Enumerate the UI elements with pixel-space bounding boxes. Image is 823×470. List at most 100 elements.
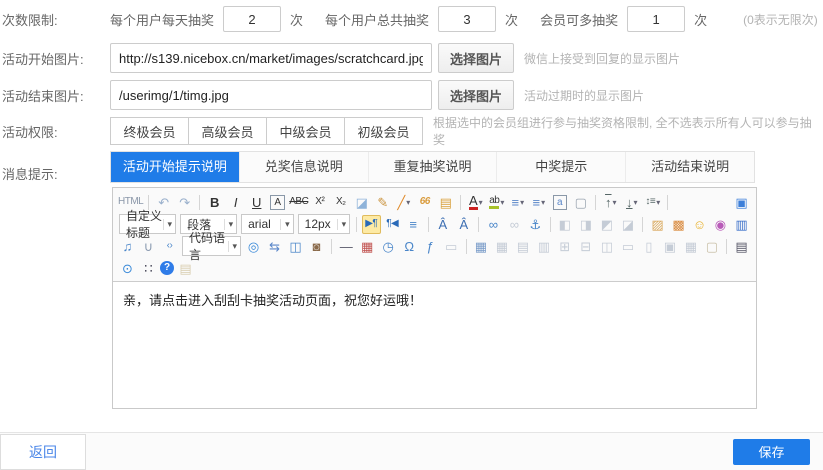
indent-icon[interactable]: ≡ xyxy=(404,215,423,234)
insert-code-icon[interactable]: ‹› xyxy=(160,237,179,256)
redo-icon[interactable]: ↷ xyxy=(175,193,194,212)
paste-icon[interactable]: ▤ xyxy=(436,193,455,212)
format-brush-icon[interactable]: ✎ xyxy=(373,193,392,212)
delete-table-icon[interactable]: ▦ xyxy=(492,237,511,256)
split-cell-icon[interactable]: ◫ xyxy=(597,237,616,256)
direction-rtl-icon[interactable]: ¶◀ xyxy=(383,215,402,234)
merge-down-icon[interactable]: ▯ xyxy=(639,237,658,256)
message-tab-2[interactable]: 兑奖信息说明 xyxy=(240,152,369,182)
table-title-row-icon[interactable]: ▤ xyxy=(513,237,532,256)
subscript-icon[interactable]: X₂ xyxy=(331,193,350,212)
direction-ltr-icon[interactable]: ▶¶ xyxy=(362,215,381,234)
preview-icon[interactable]: ⊙ xyxy=(118,259,137,278)
end-image-label: 活动结束图片: xyxy=(2,86,110,105)
insert-table-icon[interactable]: ▦ xyxy=(471,237,490,256)
message-tab-1[interactable]: 活动开始提示说明 xyxy=(111,152,240,182)
merge-cells-icon[interactable]: ▣ xyxy=(660,237,679,256)
merge-right-icon[interactable]: ▭ xyxy=(618,237,637,256)
emoji-icon[interactable]: ☺ xyxy=(690,215,709,234)
permission-option-3[interactable]: 中级会员 xyxy=(266,117,345,145)
palette-icon[interactable]: ◉ xyxy=(711,215,730,234)
video-icon[interactable]: ▥ xyxy=(732,215,751,234)
table-fullwidth-icon[interactable]: ▦ xyxy=(681,237,700,256)
message-tab-5[interactable]: 活动结束说明 xyxy=(626,152,754,182)
per-day-input[interactable] xyxy=(223,6,281,32)
back-button[interactable]: 返回 xyxy=(0,434,86,470)
pagebreak-icon[interactable]: ⇆ xyxy=(265,237,284,256)
image-right-icon[interactable]: ◩ xyxy=(597,215,616,234)
image-icon[interactable]: ▨ xyxy=(648,215,667,234)
help-icon[interactable]: ? xyxy=(160,261,174,275)
per-day-unit: 次 xyxy=(290,10,303,29)
start-image-pick-button[interactable]: 选择图片 xyxy=(438,43,514,73)
save-button[interactable]: 保存 xyxy=(733,439,810,465)
member-extra-input[interactable] xyxy=(627,6,685,32)
font-size-select[interactable]: 12px▾ xyxy=(298,214,351,234)
editor-content[interactable]: 亲，请点击进入刮刮卡抽奖活动页面，祝您好运哦！ xyxy=(113,282,756,408)
underline-icon[interactable]: U xyxy=(247,193,266,212)
lottery-settings-page: 次数限制: 每个用户每天抽奖 次 每个用户总共抽奖 次 会员可多抽奖 次 (0表… xyxy=(0,0,823,470)
insert-col-icon[interactable]: ⊟ xyxy=(576,237,595,256)
word-spacing-icon[interactable]: Â xyxy=(454,215,473,234)
line-height-icon[interactable]: ↕≡▾ xyxy=(643,193,662,212)
doc-template-icon[interactable]: ▢ xyxy=(702,237,721,256)
total-input[interactable] xyxy=(438,6,496,32)
image-none-icon[interactable]: ◪ xyxy=(618,215,637,234)
snapshot-icon[interactable]: ◙ xyxy=(307,237,326,256)
table-title-col-icon[interactable]: ▥ xyxy=(534,237,553,256)
font-color-icon[interactable]: A▾ xyxy=(466,193,485,212)
paste-plain-icon[interactable]: ▤ xyxy=(176,259,195,278)
anchor-label-icon[interactable]: a xyxy=(550,193,569,212)
strikethrough-icon[interactable]: ABC xyxy=(289,193,308,212)
code-language-select[interactable]: 代码语言▾ xyxy=(182,236,241,256)
print-icon[interactable]: ▤ xyxy=(732,237,751,256)
insert-row-icon[interactable]: ⊞ xyxy=(555,237,574,256)
message-row: 消息提示: 活动开始提示说明兑奖信息说明重复抽奖说明中奖提示活动结束说明 xyxy=(2,153,823,183)
unordered-list-icon[interactable]: ≡▾ xyxy=(529,193,548,212)
scrawl-icon[interactable]: ╱▾ xyxy=(394,193,413,212)
new-page-icon[interactable]: ▢ xyxy=(571,193,590,212)
message-tab-3[interactable]: 重复抽奖说明 xyxy=(369,152,498,182)
message-tab-4[interactable]: 中奖提示 xyxy=(497,152,626,182)
summary-icon[interactable]: ▭ xyxy=(442,237,461,256)
time-icon[interactable]: ◷ xyxy=(379,237,398,256)
font-family-select[interactable]: arial▾ xyxy=(241,214,294,234)
end-image-input[interactable] xyxy=(110,80,432,110)
formula-icon[interactable]: ƒ xyxy=(421,237,440,256)
fullscreen-icon[interactable]: ▣ xyxy=(732,193,751,212)
insert-image-icon[interactable]: ▩ xyxy=(669,215,688,234)
permission-option-1[interactable]: 终极会员 xyxy=(110,117,189,145)
template-icon[interactable]: ◫ xyxy=(286,237,305,256)
italic-icon[interactable]: I xyxy=(226,193,245,212)
ordered-list-icon[interactable]: ≡▾ xyxy=(508,193,527,212)
search-replace-icon[interactable]: ∷ xyxy=(139,259,158,278)
permission-option-2[interactable]: 高级会员 xyxy=(188,117,267,145)
blockquote-icon[interactable]: 66 xyxy=(415,193,434,212)
bold-icon[interactable]: B xyxy=(205,193,224,212)
anchor-icon[interactable]: ⚓ xyxy=(526,215,545,234)
music-icon[interactable]: ♫ xyxy=(118,237,137,256)
unlink-icon[interactable]: ∞ xyxy=(505,215,524,234)
horizontal-rule-icon[interactable]: — xyxy=(337,237,356,256)
letter-spacing-icon[interactable]: Â xyxy=(433,215,452,234)
paragraph-space-bottom-icon[interactable]: ↓▾ xyxy=(622,193,641,212)
format-clear-icon[interactable]: ◪ xyxy=(352,193,371,212)
date-icon[interactable]: ▦ xyxy=(358,237,377,256)
attachment-icon[interactable]: ∪ xyxy=(139,237,158,256)
paragraph-space-top-icon[interactable]: ↑▾ xyxy=(601,193,620,212)
toolbar-separator xyxy=(550,217,551,232)
map-icon[interactable]: ◎ xyxy=(244,237,263,256)
image-inline-icon[interactable]: ◨ xyxy=(576,215,595,234)
toolbar-separator xyxy=(428,217,429,232)
image-left-icon[interactable]: ◧ xyxy=(555,215,574,234)
superscript-icon[interactable]: X² xyxy=(310,193,329,212)
toolbar-separator xyxy=(642,217,643,232)
link-icon[interactable]: ∞ xyxy=(484,215,503,234)
font-border-icon[interactable]: A xyxy=(268,193,287,212)
special-char-icon[interactable]: Ω xyxy=(400,237,419,256)
start-image-input[interactable] xyxy=(110,43,432,73)
heading-select[interactable]: 自定义标题▾ xyxy=(119,214,176,234)
highlight-color-icon[interactable]: ab▾ xyxy=(487,193,506,212)
end-image-pick-button[interactable]: 选择图片 xyxy=(438,80,514,110)
permission-option-4[interactable]: 初级会员 xyxy=(344,117,423,145)
